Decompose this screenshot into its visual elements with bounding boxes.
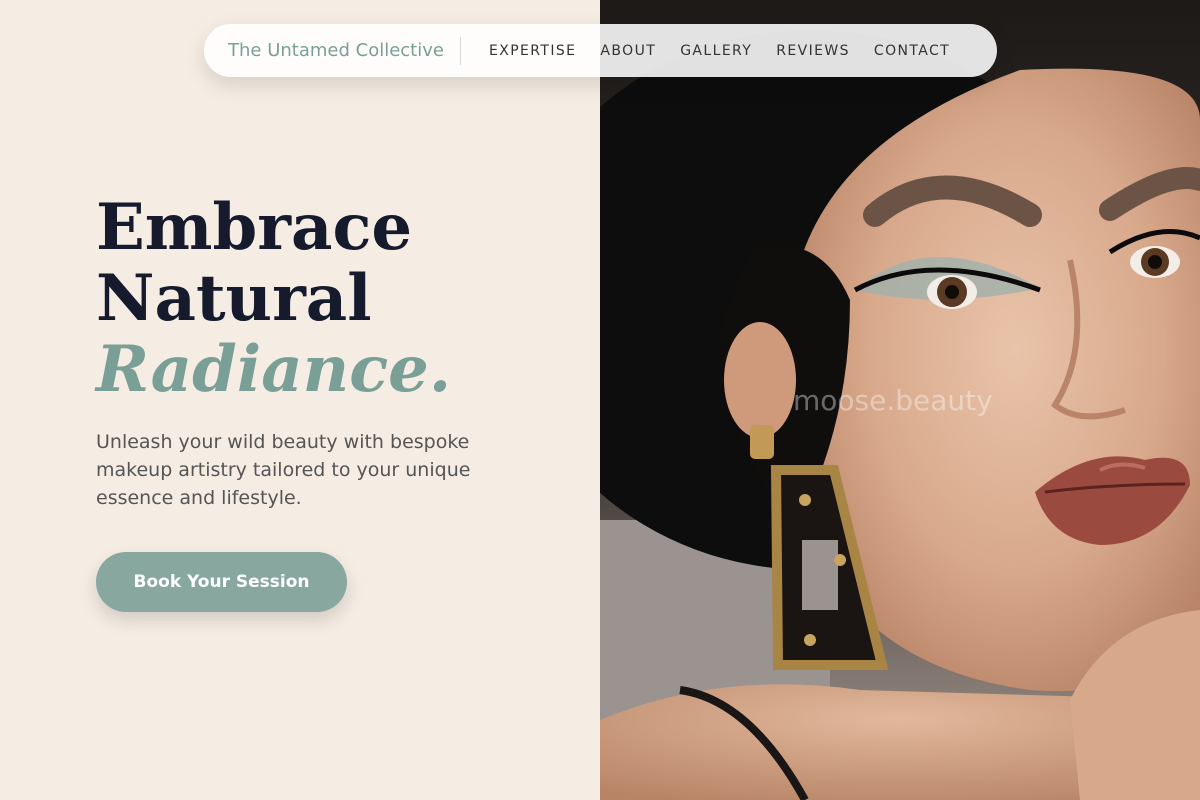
hero-title-line2: Natural <box>96 261 372 336</box>
hero-title: Embrace Natural Radiance. <box>96 192 451 405</box>
nav-links: EXPERTISE ABOUT GALLERY REVIEWS CONTACT <box>477 43 962 59</box>
hero-title-line1: Embrace <box>96 190 413 265</box>
nav-link-reviews[interactable]: REVIEWS <box>776 43 850 59</box>
nav-link-about[interactable]: ABOUT <box>600 43 656 59</box>
nav-link-gallery[interactable]: GALLERY <box>680 43 752 59</box>
nav-divider <box>459 36 461 65</box>
hero-subtitle: Unleash your wild beauty with bespoke ma… <box>96 431 471 509</box>
hero-title-accent: Radiance. <box>96 332 452 407</box>
top-navbar: The Untamed Collective EXPERTISE ABOUT G… <box>204 24 997 77</box>
nav-link-contact[interactable]: CONTACT <box>874 43 950 59</box>
book-session-button[interactable]: Book Your Session <box>96 552 347 612</box>
nav-link-expertise[interactable]: EXPERTISE <box>489 43 576 59</box>
watermark-text: moose.beauty <box>793 384 993 417</box>
brand-logo[interactable]: The Untamed Collective <box>204 40 460 61</box>
